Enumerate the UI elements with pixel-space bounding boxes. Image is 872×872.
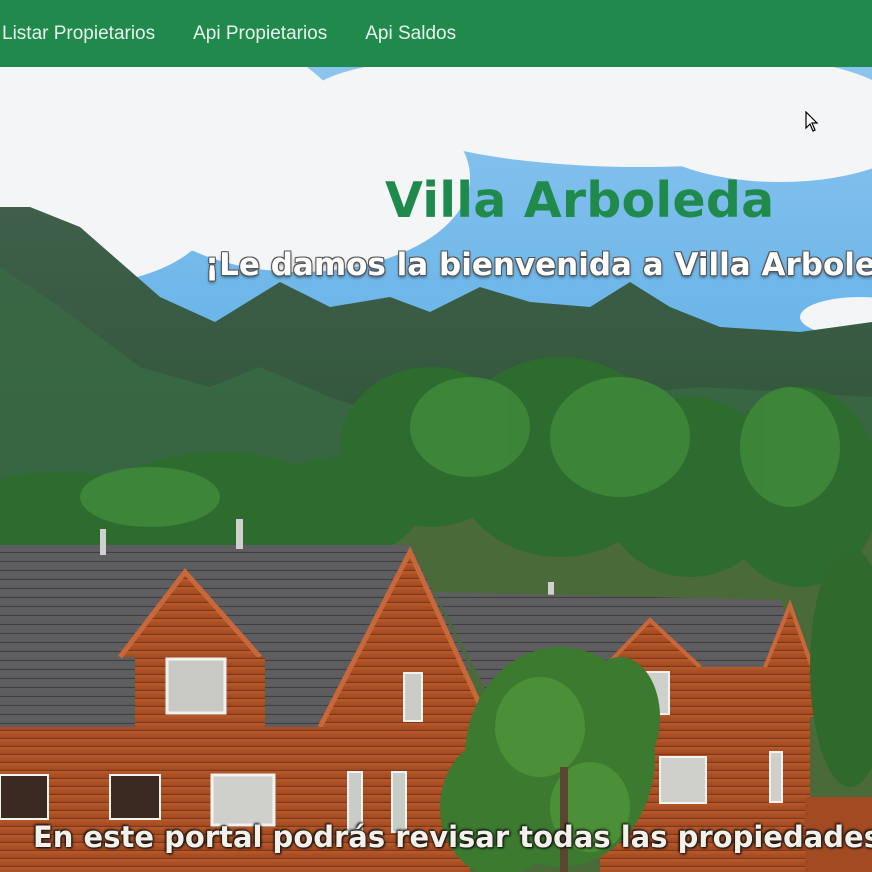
hero-banner: Villa Arboleda ¡Le damos la bienvenida a… <box>0 67 872 872</box>
nav-api-propietarios[interactable]: Api Propietarios <box>193 23 327 45</box>
portal-description: En este portal podrás revisar todas las … <box>33 820 872 854</box>
nav-api-saldos[interactable]: Api Saldos <box>365 23 456 45</box>
page-title: Villa Arboleda <box>385 172 775 229</box>
mouse-pointer-icon <box>805 111 819 132</box>
top-navbar: Listar Propietarios Api Propietarios Api… <box>0 0 872 67</box>
welcome-subtitle: ¡Le damos la bienvenida a Villa Arboleda <box>205 247 872 283</box>
nav-listar-propietarios[interactable]: Listar Propietarios <box>2 23 155 45</box>
